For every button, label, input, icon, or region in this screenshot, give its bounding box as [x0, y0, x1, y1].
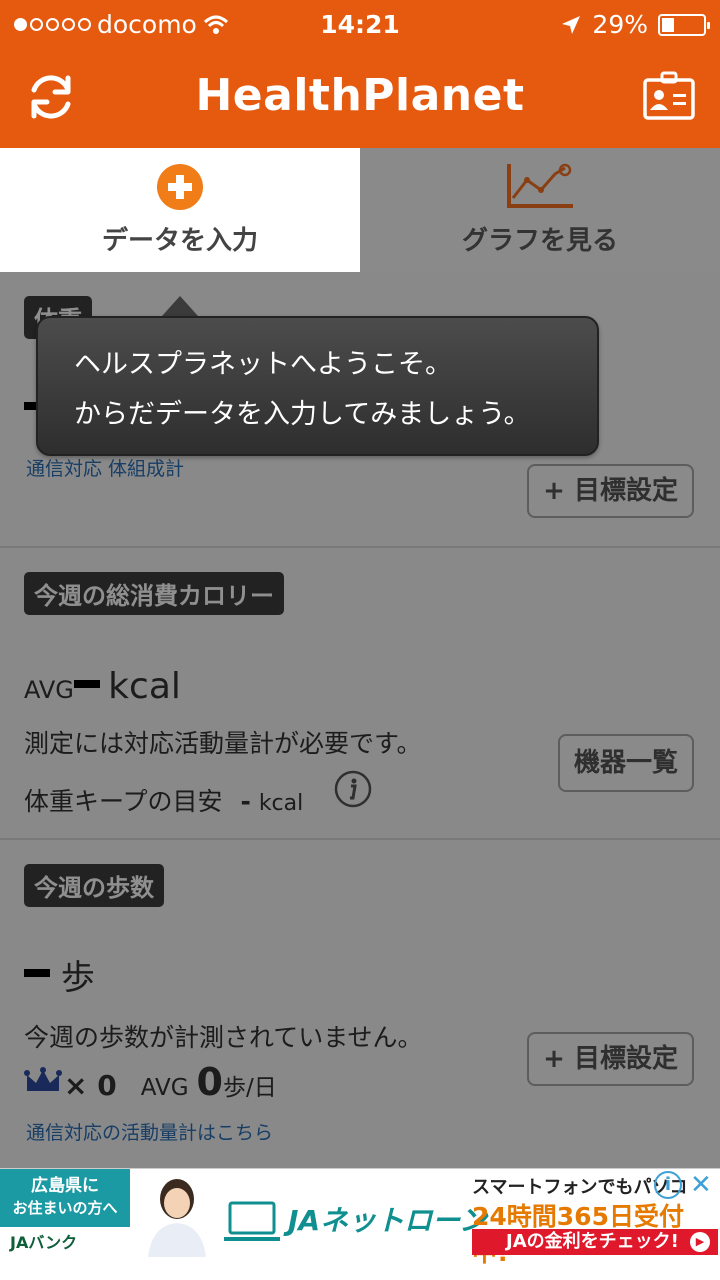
ja-bank-logo: JAバンク — [10, 1233, 78, 1252]
ad-close-icon[interactable]: ✕ — [690, 1171, 712, 1199]
battery-icon — [658, 13, 710, 36]
id-card-icon[interactable] — [642, 70, 696, 122]
line-graph-icon — [507, 163, 573, 208]
tab-bar: データを入力 グラフを見る — [0, 148, 720, 272]
ad-product-name: JAネットローン — [288, 1204, 487, 1237]
tooltip-arrow — [162, 296, 198, 316]
tooltip-line-1: ヘルスプラネットへようこそ。 — [74, 349, 452, 380]
tab-data-input[interactable]: データを入力 — [0, 148, 360, 272]
welcome-tooltip[interactable]: ヘルスプラネットへようこそ。 からだデータを入力してみましょう。 — [36, 316, 599, 456]
ad-pref-line-2: お住まいの方へ — [12, 1199, 118, 1217]
tab-graph-label: グラフを見る — [461, 226, 618, 256]
tooltip-line-2: からだデータを入力してみましょう。 — [74, 399, 531, 430]
tab-graph[interactable]: グラフを見る — [360, 148, 720, 272]
nav-bar: HealthPlanet — [0, 48, 720, 148]
ad-cta-label: JAの金利をチェック! — [506, 1231, 679, 1252]
battery-percent: 29% — [592, 10, 648, 39]
person-photo-icon — [148, 1179, 206, 1257]
ad-left-block: 広島県に お住まいの方へ JAバンク — [0, 1169, 130, 1257]
status-bar: docomo 14:21 29% — [0, 0, 720, 48]
ad-banner[interactable]: 広島県に お住まいの方へ JAバンク JAネットローン スマートフォンでもパソコ… — [0, 1168, 720, 1267]
ad-info-icon[interactable]: i — [654, 1171, 682, 1199]
play-icon: ▶ — [690, 1232, 710, 1252]
location-arrow-icon — [562, 15, 581, 34]
laptop-icon — [224, 1201, 280, 1241]
plus-circle-icon — [157, 164, 203, 210]
tab-data-input-label: データを入力 — [101, 226, 258, 256]
ad-pref-line-1: 広島県に — [31, 1176, 99, 1196]
ad-cta[interactable]: JAの金利をチェック! ▶ — [472, 1229, 718, 1255]
app-title: HealthPlanet — [195, 70, 525, 121]
ad-prefecture-text: 広島県に お住まいの方へ — [0, 1169, 130, 1227]
